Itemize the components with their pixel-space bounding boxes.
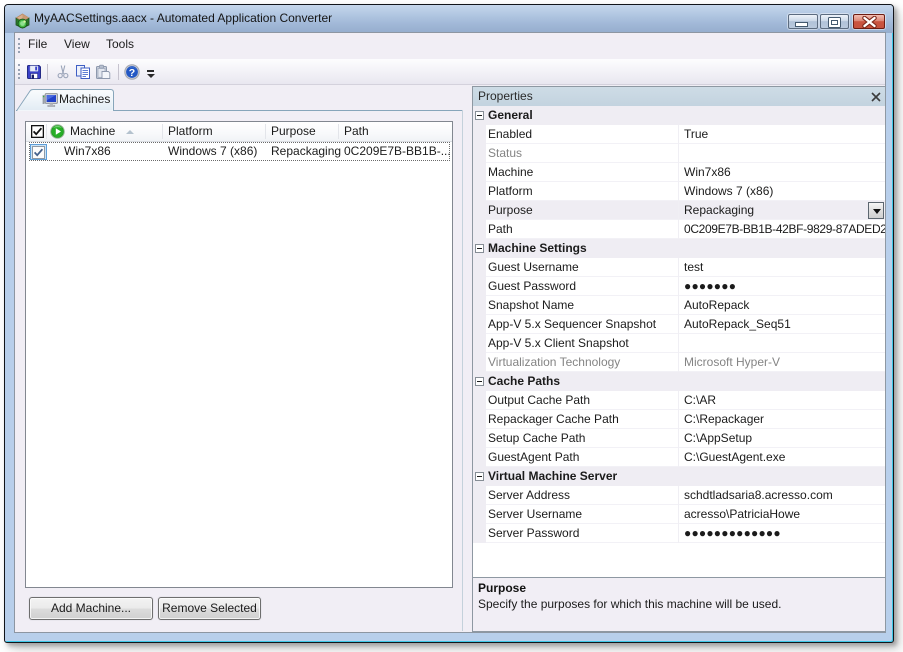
svg-text:?: ? bbox=[129, 67, 135, 79]
